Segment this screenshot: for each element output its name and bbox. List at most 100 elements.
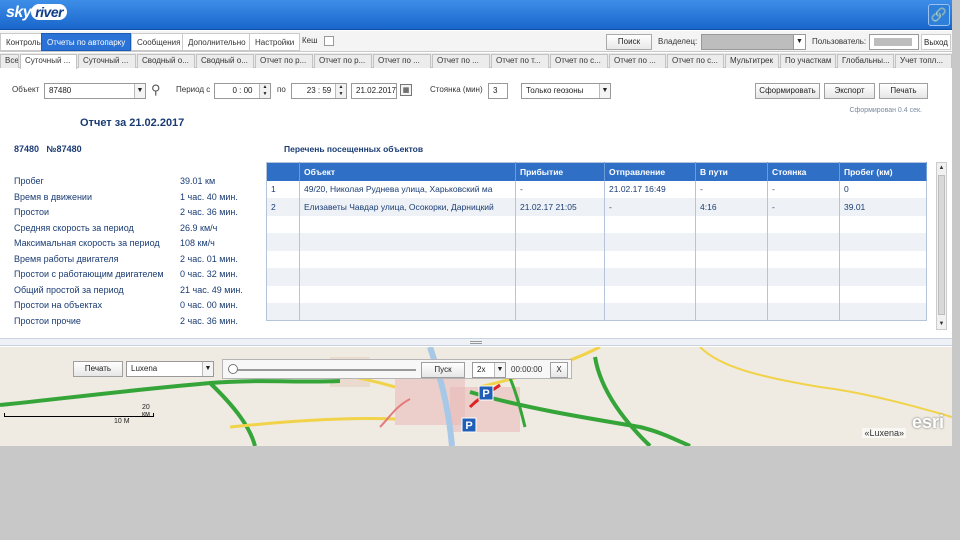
exit-button[interactable]: Выход [921,34,951,50]
menu-item-additional[interactable]: Дополнительно [182,33,252,51]
menu-item-settings[interactable]: Настройки [249,33,301,51]
play-button[interactable]: Пуск [421,362,465,378]
tab-report-3[interactable]: Отчет по ... [373,54,431,68]
tab-global[interactable]: Глобальны... [837,54,894,68]
playback-slider-track[interactable] [231,369,416,371]
tab-report-2[interactable]: Отчет по р... [314,54,372,68]
row-travel [695,285,768,303]
to-time-field[interactable]: 23 : 59 ▲ ▼ [291,83,347,99]
row-arrival [515,285,605,303]
col-departure[interactable]: Отправление [604,162,696,181]
stat-avg-speed: Средняя скорость за период 26.9 км/ч [14,221,254,237]
panel-splitter[interactable] [0,338,952,346]
col-object[interactable]: Объект [299,162,516,181]
scroll-down-icon[interactable]: ▼ [937,319,946,329]
top-bar: sky river 🔗 [0,0,952,30]
close-player-button[interactable]: X [550,362,568,378]
table-row[interactable] [266,215,927,233]
row-stop [767,215,840,233]
to-time-spinner[interactable]: ▲ ▼ [335,84,346,98]
link-icon[interactable]: 🔗 [928,4,950,26]
tab-report-4[interactable]: Отчет по ... [432,54,490,68]
map-copyright: «Luxena» [862,428,906,438]
row-index: 1 [266,180,300,198]
table-row[interactable]: 1 49/20, Николая Руднева улица, Харьковск… [266,180,927,198]
row-mileage [839,215,927,233]
row-arrival [515,268,605,286]
print-button[interactable]: Печать [879,83,928,99]
row-stop [767,285,840,303]
col-index[interactable] [266,162,300,181]
menu-item-messages[interactable]: Сообщения [131,33,187,51]
table-row[interactable]: 2 Елизаветы Чавдар улица, Осокорки, Дарни… [266,198,927,216]
date-field[interactable]: 21.02.2017 [351,83,397,99]
from-time-field[interactable]: 0 : 00 ▲ ▼ [214,83,271,99]
row-travel [695,303,768,321]
table-row[interactable] [266,233,927,251]
stat-value: 108 км/ч [180,238,215,248]
row-object [299,250,516,268]
tab-by-sections[interactable]: По участкам [780,54,836,68]
playback-slider-knob[interactable] [228,364,238,374]
object-label: Объект [12,85,40,94]
table-scrollbar[interactable]: ▲ ▼ [936,162,947,330]
stat-label: Простои с работающим двигателем [14,269,164,279]
tab-report-1[interactable]: Отчет по р... [255,54,313,68]
tab-daily-1[interactable]: Суточный ... [20,54,77,69]
scroll-up-icon[interactable]: ▲ [937,163,946,173]
skyriver-logo: sky river [6,4,68,24]
tab-report-7[interactable]: Отчет по ... [609,54,666,68]
scroll-thumb[interactable] [938,175,945,315]
col-mileage[interactable]: Пробег (км) [839,162,927,181]
app-window: sky river 🔗 Контроль Отчеты по автопарку … [0,0,952,446]
table-row[interactable] [266,250,927,268]
object-select[interactable]: 87480 ▼ [44,83,146,99]
from-time-spinner[interactable]: ▲ ▼ [259,84,270,98]
magnifier-icon[interactable]: ⚲ [151,82,161,98]
stat-value: 0 час. 00 мин. [180,300,238,310]
menu-item-control[interactable]: Контроль [0,33,47,51]
stat-value: 39.01 км [180,176,216,186]
speed-value: 2x [477,365,486,374]
to-minute: 59 [322,86,332,95]
search-button[interactable]: Поиск [606,34,652,50]
tab-report-8[interactable]: Отчет по с... [667,54,724,68]
tab-multitrack[interactable]: Мультитрек [725,54,779,68]
owner-select[interactable]: ▼ [701,34,806,50]
map-layer-select[interactable]: Luxena ▼ [126,361,214,377]
table-row[interactable] [266,268,927,286]
tab-fuel[interactable]: Учет топл... [895,54,952,68]
tab-daily-2[interactable]: Суточный ... [78,54,136,68]
user-label: Пользователь: [812,37,867,46]
row-travel: - [695,180,768,198]
tab-report-5[interactable]: Отчет по т... [491,54,549,68]
tab-summary-2[interactable]: Сводный о... [196,54,254,68]
table-row[interactable] [266,285,927,303]
tab-all[interactable]: Все [0,54,19,68]
cache-checkbox[interactable] [324,36,334,46]
row-departure [604,250,696,268]
stat-value: 26.9 км/ч [180,222,218,233]
col-stop[interactable]: Стоянка [767,162,840,181]
row-object: Елизаветы Чавдар улица, Осокорки, Дарниц… [299,198,516,216]
table-row[interactable] [266,303,927,321]
stop-minutes-field[interactable]: 3 [488,83,508,99]
col-travel[interactable]: В пути [695,162,768,181]
row-arrival [515,233,605,251]
speed-select[interactable]: 2x ▼ [472,362,506,378]
report-tabs: Все Суточный ... Суточный ... Сводный о.… [0,53,952,69]
tab-summary-1[interactable]: Сводный о... [137,54,195,68]
export-button[interactable]: Экспорт [824,83,875,99]
row-arrival [515,215,605,233]
calendar-icon[interactable]: ▦ [400,84,412,96]
generate-button[interactable]: Сформировать [755,83,820,99]
stat-label: Время работы двигателя [14,253,119,264]
stat-value: 1 час. 40 мин. [180,191,238,202]
geozone-select[interactable]: Только геозоны ▼ [521,83,611,99]
map-print-button[interactable]: Печать [73,361,123,377]
stat-idle: Простои 2 час. 36 мин. [14,205,254,221]
tab-report-6[interactable]: Отчет по с... [550,54,608,68]
row-index [266,250,300,268]
col-arrival[interactable]: Прибытие [515,162,605,181]
menu-item-fleet-reports[interactable]: Отчеты по автопарку [41,33,132,51]
